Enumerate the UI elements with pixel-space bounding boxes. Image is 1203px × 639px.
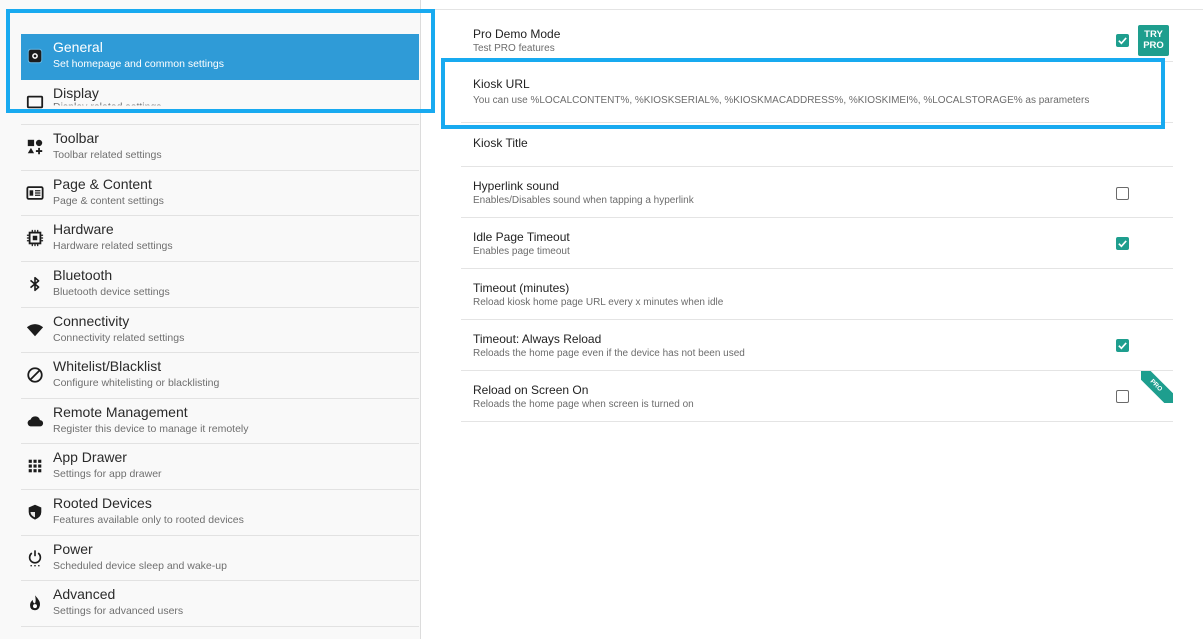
hyperlink-sound-checkbox[interactable] xyxy=(1116,187,1129,200)
settings-list: Pro Demo Mode Test PRO features TRY PRO K… xyxy=(461,18,1173,422)
sidebar-item-subtitle: Toolbar related settings xyxy=(53,149,162,162)
setting-subtitle: You can use %LOCALCONTENT%, %KIOSKSERIAL… xyxy=(473,95,1090,106)
sidebar-item-remote-management[interactable]: Remote Management Register this device t… xyxy=(21,399,419,445)
flame-icon xyxy=(25,593,45,613)
sidebar-item-display[interactable]: Display Display related settings xyxy=(21,80,419,126)
sidebar-item-general[interactable]: General Set homepage and common settings xyxy=(21,34,419,80)
setting-pro-demo-mode[interactable]: Pro Demo Mode Test PRO features TRY PRO xyxy=(461,18,1173,62)
sidebar-item-connectivity[interactable]: Connectivity Connectivity related settin… xyxy=(21,308,419,354)
sidebar-item-title: Page & Content xyxy=(53,175,152,192)
setting-title: Hyperlink sound xyxy=(473,179,560,193)
sidebar-item-rooted-devices[interactable]: Rooted Devices Features available only t… xyxy=(21,490,419,536)
setting-title: Timeout (minutes) xyxy=(473,281,570,295)
chip-icon xyxy=(25,228,45,248)
setting-timeout-always-reload[interactable]: Timeout: Always Reload Reloads the home … xyxy=(461,320,1173,371)
sidebar-item-advanced[interactable]: Advanced Settings for advanced users xyxy=(21,581,419,627)
display-icon xyxy=(25,92,45,112)
setting-subtitle: Test PRO features xyxy=(473,43,555,54)
gear-icon xyxy=(25,46,45,66)
sidebar-item-subtitle: Hardware related settings xyxy=(53,240,173,253)
category-list: General Set homepage and common settings… xyxy=(21,34,419,627)
setting-subtitle: Enables page timeout xyxy=(473,246,570,257)
sidebar-item-subtitle: Bluetooth device settings xyxy=(53,285,170,298)
sidebar-item-title: App Drawer xyxy=(53,449,127,466)
sidebar-item-subtitle: Set homepage and common settings xyxy=(53,58,225,70)
setting-title: Kiosk URL xyxy=(473,77,530,91)
sidebar-item-title: Power xyxy=(53,540,93,557)
setting-idle-page-timeout[interactable]: Idle Page Timeout Enables page timeout xyxy=(461,218,1173,269)
sidebar-item-toolbar[interactable]: Toolbar Toolbar related settings xyxy=(21,125,419,171)
try-pro-badge[interactable]: TRY PRO xyxy=(1138,25,1169,56)
sidebar-item-subtitle: Settings for app drawer xyxy=(53,468,162,481)
sidebar-item-title: Whitelist/Blacklist xyxy=(53,358,162,375)
sidebar-item-subtitle: Scheduled device sleep and wake-up xyxy=(53,559,227,572)
sidebar-item-subtitle: Settings for advanced users xyxy=(53,605,184,618)
sidebar-item-hardware[interactable]: Hardware Hardware related settings xyxy=(21,216,419,262)
wifi-icon xyxy=(25,320,45,340)
setting-reload-on-screen-on[interactable]: Reload on Screen On Reloads the home pag… xyxy=(461,371,1173,422)
try-pro-badge-line2: PRO xyxy=(1143,40,1164,51)
sidebar-item-power[interactable]: Power Scheduled device sleep and wake-up xyxy=(21,536,419,582)
sidebar-item-whitelist[interactable]: Whitelist/Blacklist Configure whitelisti… xyxy=(21,353,419,399)
sidebar-item-subtitle: Configure whitelisting or blacklisting xyxy=(53,377,220,390)
setting-kiosk-title[interactable]: Kiosk Title xyxy=(461,123,1173,167)
sidebar-item-title: Remote Management xyxy=(53,403,188,420)
sidebar-item-title: Rooted Devices xyxy=(53,494,152,511)
pro-ribbon-label: PRO xyxy=(1141,371,1173,403)
pro-demo-checkbox[interactable] xyxy=(1116,34,1129,47)
shield-icon xyxy=(25,502,45,522)
block-icon xyxy=(25,365,45,385)
sidebar-item-subtitle: Connectivity related settings xyxy=(53,331,185,344)
pro-ribbon: PRO xyxy=(1141,371,1173,403)
sidebar-item-title: Display xyxy=(53,84,99,101)
setting-subtitle: Reloads the home page when screen is tur… xyxy=(473,399,694,410)
reload-screen-on-checkbox[interactable] xyxy=(1116,390,1129,403)
setting-title: Idle Page Timeout xyxy=(473,230,570,244)
sidebar-item-page-content[interactable]: Page & Content Page & content settings xyxy=(21,171,419,217)
setting-subtitle: Reloads the home page even if the device… xyxy=(473,348,745,359)
always-reload-checkbox[interactable] xyxy=(1116,339,1129,352)
bluetooth-icon xyxy=(25,274,45,294)
power-icon xyxy=(25,548,45,568)
sidebar-item-subtitle: Page & content settings xyxy=(53,194,164,207)
grid-icon xyxy=(25,456,45,476)
sidebar-item-title: Toolbar xyxy=(53,130,99,147)
sidebar-item-title: Hardware xyxy=(53,221,114,238)
sidebar-item-subtitle: Display related settings xyxy=(53,100,162,113)
sidebar-item-subtitle: Register this device to manage it remote… xyxy=(53,422,249,435)
sidebar-item-title: General xyxy=(53,39,103,55)
setting-subtitle: Reload kiosk home page URL every x minut… xyxy=(473,297,724,308)
setting-timeout-minutes[interactable]: Timeout (minutes) Reload kiosk home page… xyxy=(461,269,1173,320)
setting-title: Kiosk Title xyxy=(473,136,528,150)
sidebar-item-title: Advanced xyxy=(53,586,116,603)
cloud-icon xyxy=(25,411,45,431)
toolbar-icon xyxy=(25,137,45,157)
sidebar-item-bluetooth[interactable]: Bluetooth Bluetooth device settings xyxy=(21,262,419,308)
idle-timeout-checkbox[interactable] xyxy=(1116,237,1129,250)
setting-kiosk-url[interactable]: Kiosk URL You can use %LOCALCONTENT%, %K… xyxy=(461,62,1173,123)
setting-hyperlink-sound[interactable]: Hyperlink sound Enables/Disables sound w… xyxy=(461,167,1173,218)
setting-title: Reload on Screen On xyxy=(473,383,589,397)
sidebar-item-subtitle: Features available only to rooted device… xyxy=(53,513,244,526)
setting-subtitle: Enables/Disables sound when tapping a hy… xyxy=(473,195,694,206)
page-content-icon xyxy=(25,183,45,203)
sidebar-item-title: Connectivity xyxy=(53,312,130,329)
sidebar-item-title: Bluetooth xyxy=(53,266,113,283)
try-pro-badge-line1: TRY xyxy=(1144,29,1163,40)
setting-title: Pro Demo Mode xyxy=(473,27,561,41)
setting-title: Timeout: Always Reload xyxy=(473,332,602,346)
sidebar-item-app-drawer[interactable]: App Drawer Settings for app drawer xyxy=(21,444,419,490)
settings-sidebar: General Set homepage and common settings… xyxy=(0,0,421,639)
